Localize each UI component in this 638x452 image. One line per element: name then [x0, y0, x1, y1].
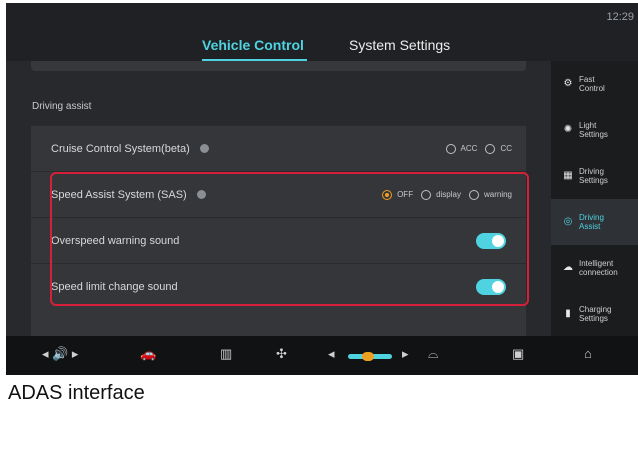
caption: ADAS interface	[8, 382, 145, 404]
cruise-control-row: Cruise Control System(beta) ACC CC	[31, 125, 526, 171]
previous-card	[31, 61, 526, 71]
driving-settings-icon: ▦	[563, 170, 573, 181]
fan-icon[interactable]: ✣	[276, 346, 287, 362]
radio-warning-label: warning	[483, 190, 512, 199]
cruise-control-text: Cruise Control System(beta)	[51, 142, 190, 155]
sidebar-label-charging-settings: Charging Settings	[579, 305, 612, 323]
sidebar-item-driving-settings[interactable]: ▦ Driving Settings	[551, 153, 638, 199]
cruise-control-options: ACC CC	[445, 143, 512, 154]
light-icon: ✺	[563, 124, 573, 135]
speed-limit-sound-row: Speed limit change sound	[31, 263, 526, 309]
steering-wheel-icon: ◎	[563, 216, 573, 227]
temperature-right-icon[interactable]: ▸	[402, 346, 409, 362]
sidebar-item-light-settings[interactable]: ✺ Light Settings	[551, 107, 638, 153]
sidebar-label-intelligent-connection: Intelligent connection	[579, 259, 618, 277]
radio-circle-icon	[485, 143, 496, 154]
radio-warning[interactable]: warning	[468, 189, 512, 200]
speed-limit-sound-label: Speed limit change sound	[51, 280, 178, 293]
temperature-thumb[interactable]	[362, 352, 374, 361]
rear-defrost-icon[interactable]: ▥	[220, 346, 232, 362]
sidebar-item-charging-settings[interactable]: ▮ Charging Settings	[551, 291, 638, 337]
cloud-icon: ☁	[563, 262, 573, 273]
front-defrost-icon[interactable]: ⌓	[428, 346, 438, 362]
radio-circle-icon	[445, 143, 456, 154]
sidebar-label-driving-settings: Driving Settings	[579, 167, 608, 185]
temperature-left-icon[interactable]: ◂	[328, 346, 335, 362]
radio-display-label: display	[436, 190, 461, 199]
info-icon[interactable]	[196, 189, 206, 199]
sidebar-item-driving-assist[interactable]: ◎ Driving Assist	[551, 199, 638, 245]
speed-assist-label: Speed Assist System (SAS)	[51, 189, 206, 201]
radio-circle-icon	[421, 189, 432, 200]
infotainment-screen: 12:29 Vehicle Control System Settings Dr…	[6, 3, 638, 375]
info-icon[interactable]	[199, 143, 209, 153]
settings-content: Driving assist Cruise Control System(bet…	[6, 61, 551, 355]
overspeed-sound-toggle[interactable]	[476, 232, 506, 249]
driving-assist-card: Cruise Control System(beta) ACC CC Speed…	[31, 125, 526, 355]
sidebar-item-fast-control[interactable]: ⚙ Fast Control	[551, 61, 638, 107]
car-front-icon[interactable]: ▣	[512, 346, 524, 362]
settings-sidebar: ⚙ Fast Control ✺ Light Settings ▦ Driving S…	[551, 61, 638, 336]
home-icon[interactable]: ⌂	[584, 346, 592, 361]
speed-limit-sound-toggle[interactable]	[476, 278, 506, 295]
speed-assist-row: Speed Assist System (SAS) OFF display wa…	[31, 171, 526, 217]
speed-assist-text: Speed Assist System (SAS)	[51, 188, 187, 201]
radio-display[interactable]: display	[421, 189, 461, 200]
sidebar-label-driving-assist: Driving Assist	[579, 213, 604, 231]
radio-selected-icon	[382, 189, 393, 200]
radio-off-label: OFF	[397, 190, 414, 199]
volume-icon[interactable]: ◂ 🔊 ▸	[42, 346, 78, 362]
radio-cc[interactable]: CC	[485, 143, 512, 154]
radio-off[interactable]: OFF	[382, 189, 414, 200]
sidebar-label-light-settings: Light Settings	[579, 121, 608, 139]
cruise-control-label: Cruise Control System(beta)	[51, 143, 209, 155]
speed-assist-options: OFF display warning	[382, 189, 512, 200]
fast-control-icon: ⚙	[563, 78, 573, 89]
bottom-dock: ◂ 🔊 ▸ 🚗 ▥ ✣ ◂ ▸ ⌓ ▣ ⌂	[6, 336, 638, 375]
top-tabs: Vehicle Control System Settings	[6, 33, 551, 63]
overspeed-sound-row: Overspeed warning sound	[31, 217, 526, 263]
radio-acc-label: ACC	[460, 144, 478, 153]
sidebar-label-fast-control: Fast Control	[579, 75, 605, 93]
radio-acc[interactable]: ACC	[445, 143, 478, 154]
radio-cc-label: CC	[500, 144, 512, 153]
radio-circle-icon	[468, 189, 479, 200]
section-title: Driving assist	[32, 101, 92, 112]
tab-system-settings[interactable]: System Settings	[349, 37, 450, 53]
car-outline-icon[interactable]: 🚗	[140, 346, 156, 362]
charging-icon: ▮	[565, 308, 571, 319]
status-time: 12:29	[606, 11, 634, 23]
tab-vehicle-control[interactable]: Vehicle Control	[202, 37, 304, 53]
sidebar-item-intelligent-connection[interactable]: ☁ Intelligent connection	[551, 245, 638, 291]
overspeed-sound-label: Overspeed warning sound	[51, 234, 180, 247]
